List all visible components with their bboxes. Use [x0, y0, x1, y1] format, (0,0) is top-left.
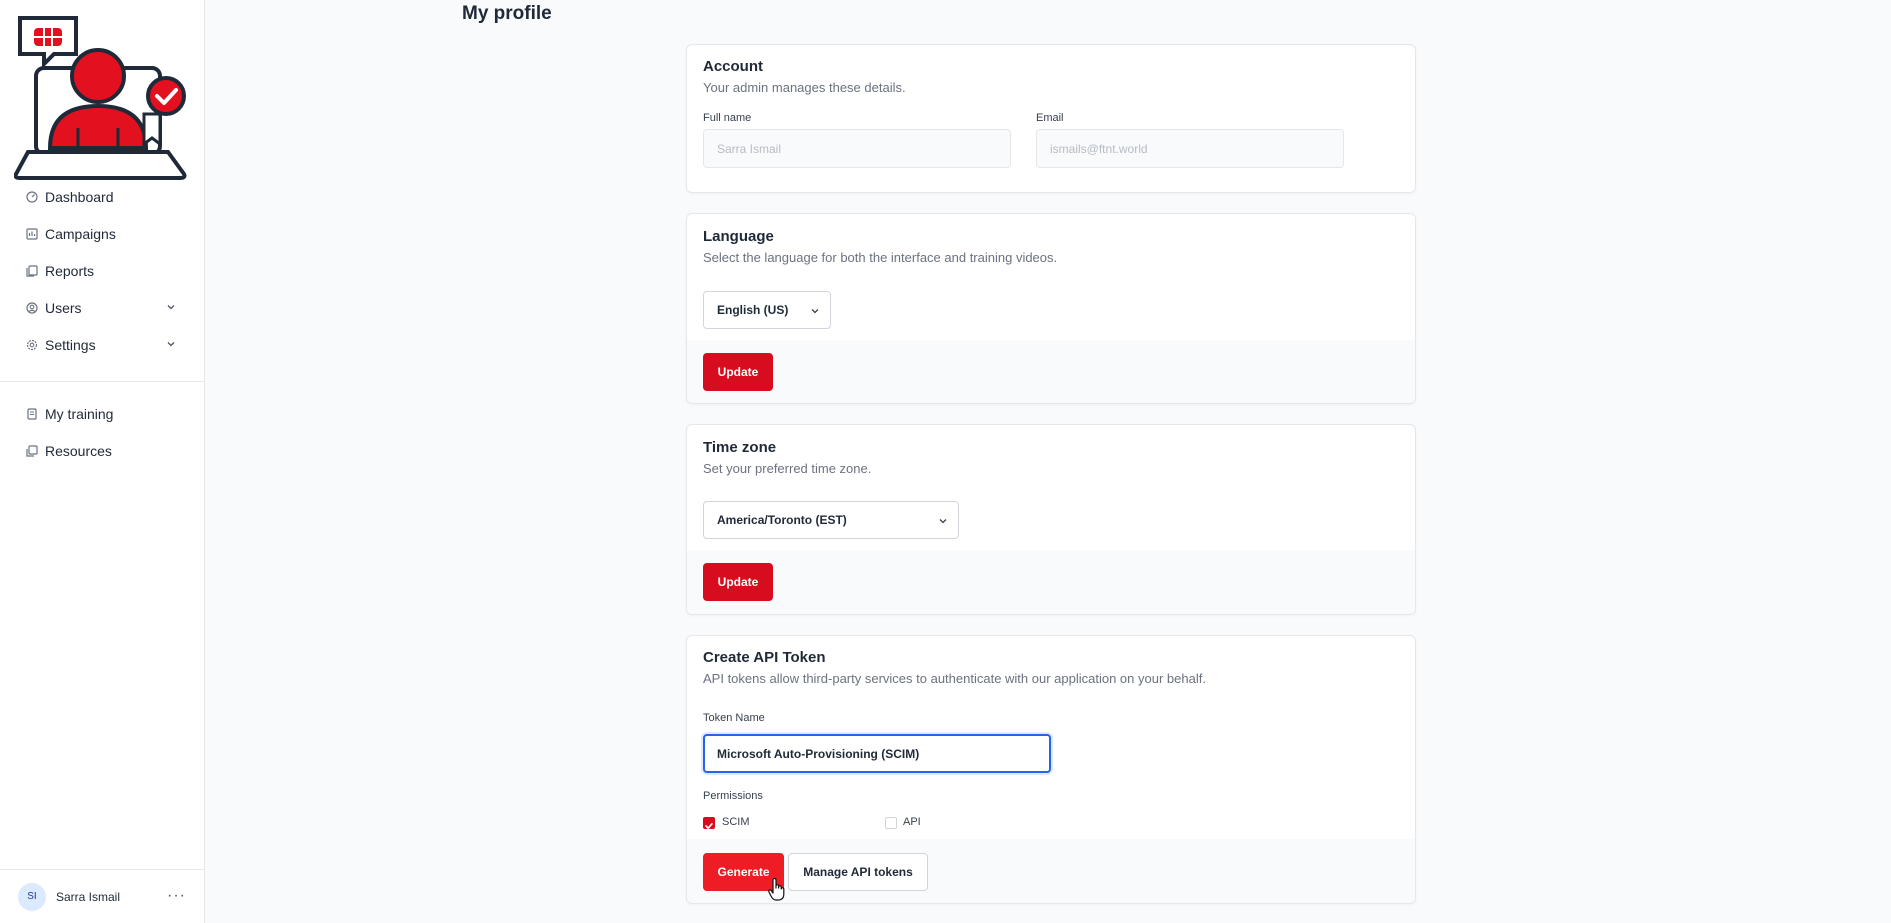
- account-description: Your admin manages these details.: [703, 80, 906, 95]
- timezone-update-button[interactable]: Update: [703, 563, 773, 601]
- timezone-description: Set your preferred time zone.: [703, 461, 872, 476]
- page-title: My profile: [462, 3, 552, 24]
- api-token-title: Create API Token: [703, 649, 826, 666]
- api-checkbox[interactable]: [885, 817, 897, 829]
- campaigns-icon: [26, 227, 38, 240]
- training-icon: [26, 407, 38, 420]
- sidebar-item-resources[interactable]: Resources: [0, 432, 204, 469]
- users-icon: [26, 301, 38, 314]
- sidebar-divider: [0, 381, 204, 382]
- sidebar: Dashboard Campaigns Reports Users Settin…: [0, 0, 205, 923]
- hand-cursor-icon: [768, 878, 785, 901]
- sidebar-item-dashboard[interactable]: Dashboard: [0, 178, 204, 215]
- timezone-select[interactable]: America/Toronto (EST): [703, 501, 959, 539]
- timezone-title: Time zone: [703, 439, 777, 456]
- chevron-down-icon: [167, 305, 175, 310]
- avatar: SI: [18, 882, 46, 911]
- dashboard-icon: [26, 190, 38, 203]
- sidebar-item-my-training[interactable]: My training: [0, 395, 204, 432]
- chevron-down-icon: [167, 342, 175, 347]
- timezone-card-footer: Update: [687, 550, 1415, 614]
- chevron-down-icon: [939, 519, 947, 524]
- permissions-label: Permissions: [703, 790, 763, 802]
- sidebar-item-label: Reports: [45, 262, 95, 279]
- sidebar-item-label: Campaigns: [45, 225, 116, 242]
- sidebar-item-label: My training: [45, 405, 114, 422]
- sidebar-nav-secondary: My training Resources: [0, 395, 204, 469]
- sidebar-item-campaigns[interactable]: Campaigns: [0, 215, 204, 252]
- token-name-label: Token Name: [703, 712, 765, 724]
- settings-icon: [26, 339, 38, 351]
- language-card: Language Select the language for both th…: [686, 213, 1416, 404]
- language-card-footer: Update: [687, 340, 1415, 403]
- full-name-label: Full name: [703, 112, 752, 124]
- scim-checkbox-label: SCIM: [722, 816, 750, 828]
- api-token-description: API tokens allow third-party services to…: [703, 671, 1206, 686]
- sidebar-item-settings[interactable]: Settings: [0, 326, 204, 363]
- chevron-down-icon: [811, 309, 819, 314]
- api-token-card: Create API Token API tokens allow third-…: [686, 635, 1416, 904]
- scim-checkbox[interactable]: [703, 817, 715, 829]
- timezone-card: Time zone Set your preferred time zone. …: [686, 424, 1416, 615]
- language-title: Language: [703, 228, 774, 245]
- sidebar-item-label: Dashboard: [45, 188, 114, 205]
- sidebar-item-label: Resources: [45, 442, 112, 459]
- token-name-input[interactable]: Microsoft Auto-Provisioning (SCIM): [703, 734, 1051, 773]
- account-title: Account: [703, 58, 763, 75]
- training-award-logo: [14, 16, 187, 180]
- sidebar-nav: Dashboard Campaigns Reports Users Settin…: [0, 178, 204, 363]
- resources-icon: [26, 444, 38, 457]
- check-icon: [705, 823, 713, 829]
- language-select[interactable]: English (US): [703, 291, 831, 329]
- sidebar-item-label: Settings: [45, 336, 96, 353]
- language-select-value: English (US): [717, 303, 789, 317]
- api-checkbox-label: API: [903, 816, 921, 828]
- language-update-button[interactable]: Update: [703, 353, 773, 391]
- sidebar-item-reports[interactable]: Reports: [0, 252, 204, 289]
- sidebar-item-users[interactable]: Users: [0, 289, 204, 326]
- user-name: Sarra Ismail: [56, 889, 121, 904]
- sidebar-item-label: Users: [45, 299, 82, 316]
- full-name-field: Sarra Ismail: [703, 129, 1011, 168]
- more-options-icon[interactable]: ···: [167, 887, 186, 905]
- language-description: Select the language for both the interfa…: [703, 250, 1058, 265]
- user-menu[interactable]: SI Sarra Ismail ···: [0, 869, 204, 923]
- reports-icon: [26, 264, 38, 277]
- timezone-select-value: America/Toronto (EST): [717, 513, 847, 527]
- manage-api-tokens-button[interactable]: Manage API tokens: [788, 853, 928, 891]
- email-label: Email: [1036, 112, 1064, 124]
- email-field: ismails@ftnt.world: [1036, 129, 1344, 168]
- account-card: Account Your admin manages these details…: [686, 44, 1416, 193]
- api-token-card-footer: Generate Manage API tokens: [687, 839, 1415, 903]
